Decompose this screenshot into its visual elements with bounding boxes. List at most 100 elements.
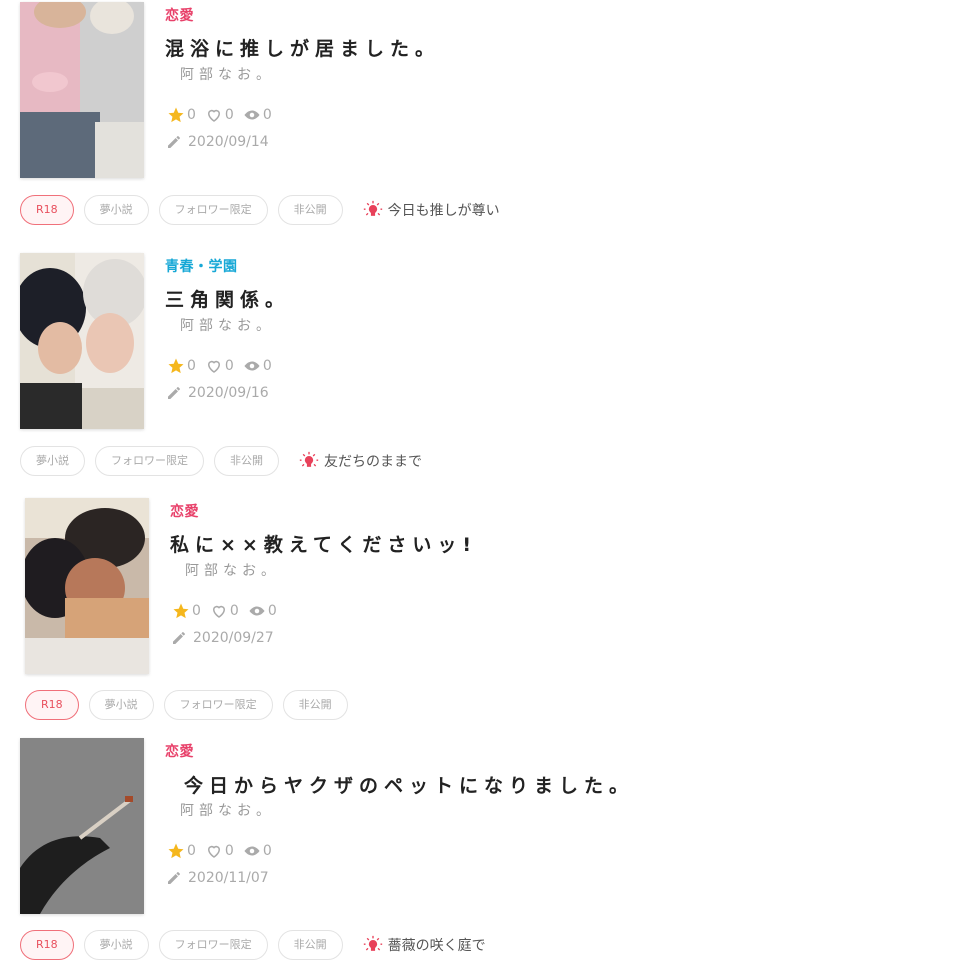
star-count-value: 0 (187, 358, 196, 374)
tag-dream-novel[interactable]: 夢小説 (83, 930, 149, 960)
heart-icon (207, 360, 220, 373)
date-value: 2020/09/14 (188, 134, 269, 150)
star-count: 0 (167, 842, 196, 860)
lightbulb-icon (299, 451, 319, 467)
cover-image[interactable] (20, 2, 144, 178)
cover-photo-embrace-icon (25, 498, 149, 674)
tag-private[interactable]: 非公開 (214, 446, 279, 476)
like-count-value: 0 (224, 843, 234, 859)
tag-r18[interactable]: R18 (20, 930, 74, 960)
genre-label[interactable]: 恋愛 (165, 741, 194, 761)
like-count-value: 0 (229, 603, 239, 619)
cover-photo-hand-cigarette-icon (20, 738, 144, 914)
heart-icon (207, 109, 220, 122)
view-count: 0 (243, 357, 272, 375)
cover-image[interactable] (20, 253, 144, 429)
genre-label[interactable]: 青春・学園 (165, 256, 238, 276)
memo: 友だちのままで (299, 451, 422, 471)
tag-row: R18 夢小説 フォロワー限定 非公開 薔薇の咲く庭で (20, 930, 486, 960)
like-count: 0 (205, 106, 234, 124)
novel-title[interactable]: 混浴に推しが居ました。 (165, 34, 440, 61)
star-icon (168, 358, 184, 374)
tag-followers-only[interactable]: フォロワー限定 (158, 195, 268, 225)
view-count: 0 (243, 842, 272, 860)
novel-title[interactable]: 今日からヤクザのペットになりました。 (184, 771, 634, 798)
star-count-value: 0 (187, 107, 196, 123)
star-count: 0 (167, 357, 196, 375)
tag-row: R18 夢小説 フォロワー限定 非公開 今日も推しが尊い (20, 195, 500, 225)
tag-private[interactable]: 非公開 (277, 195, 343, 225)
tag-dream-novel[interactable]: 夢小説 (88, 690, 154, 720)
genre-label[interactable]: 恋愛 (170, 501, 199, 521)
like-count-value: 0 (224, 107, 234, 123)
memo-text: 今日も推しが尊い (387, 203, 500, 219)
cover-photo-two-boys-icon (20, 253, 144, 429)
date-value: 2020/09/16 (188, 385, 269, 401)
tag-row: 夢小説 フォロワー限定 非公開 友だちのままで (20, 446, 422, 476)
view-count: 0 (243, 106, 272, 124)
genre-label[interactable]: 恋愛 (165, 5, 194, 25)
stats-row: 0 0 0 (167, 106, 281, 124)
tag-private[interactable]: 非公開 (277, 930, 343, 960)
cover-photo-couple-pink-icon (20, 2, 144, 178)
lightbulb-icon (363, 935, 382, 951)
eye-icon (244, 846, 260, 856)
update-date: 2020/09/14 (166, 134, 269, 150)
star-icon (168, 843, 184, 859)
date-value: 2020/09/27 (193, 630, 274, 646)
pencil-icon (173, 632, 185, 644)
view-count-value: 0 (267, 603, 277, 619)
tag-dream-novel[interactable]: 夢小説 (20, 446, 85, 476)
like-count-value: 0 (224, 358, 234, 374)
memo: 薔薇の咲く庭で (363, 935, 486, 955)
tag-followers-only[interactable]: フォロワー限定 (158, 930, 268, 960)
lightbulb-icon (363, 200, 382, 216)
tag-dream-novel[interactable]: 夢小説 (83, 195, 149, 225)
update-date: 2020/09/16 (166, 385, 269, 401)
stats-row: 0 0 0 (167, 842, 281, 860)
heart-icon (207, 845, 220, 858)
novel-title[interactable]: 私に××教えてくださいッ! (170, 530, 477, 557)
heart-icon (212, 605, 225, 618)
eye-icon (244, 361, 260, 371)
memo-text: 薔薇の咲く庭で (387, 938, 486, 954)
tag-r18[interactable]: R18 (25, 690, 79, 720)
pencil-icon (168, 872, 180, 884)
tag-followers-only[interactable]: フォロワー限定 (163, 690, 273, 720)
update-date: 2020/11/07 (166, 870, 269, 886)
author-name[interactable]: 阿部なお。 (180, 64, 275, 84)
author-name[interactable]: 阿部なお。 (180, 800, 275, 820)
update-date: 2020/09/27 (171, 630, 274, 646)
like-count: 0 (205, 842, 234, 860)
star-count: 0 (167, 106, 196, 124)
view-count: 0 (248, 602, 277, 620)
stats-row: 0 0 0 (172, 602, 286, 620)
cover-image[interactable] (25, 498, 149, 674)
novel-title[interactable]: 三角関係。 (165, 285, 290, 312)
star-count-value: 0 (192, 603, 201, 619)
pencil-icon (168, 387, 180, 399)
star-count-value: 0 (187, 843, 196, 859)
star-icon (168, 107, 184, 123)
pencil-icon (168, 136, 180, 148)
view-count-value: 0 (262, 843, 272, 859)
tag-row: R18 夢小説 フォロワー限定 非公開 (25, 690, 358, 720)
memo-text: 友だちのままで (324, 454, 422, 470)
star-icon (173, 603, 189, 619)
stats-row: 0 0 0 (167, 357, 281, 375)
eye-icon (244, 110, 260, 120)
tag-followers-only[interactable]: フォロワー限定 (95, 446, 204, 476)
like-count: 0 (210, 602, 239, 620)
like-count: 0 (205, 357, 234, 375)
star-count: 0 (172, 602, 201, 620)
eye-icon (249, 606, 265, 616)
tag-private[interactable]: 非公開 (282, 690, 348, 720)
date-value: 2020/11/07 (188, 870, 269, 886)
tag-r18[interactable]: R18 (20, 195, 74, 225)
memo: 今日も推しが尊い (363, 200, 500, 220)
author-name[interactable]: 阿部なお。 (185, 560, 280, 580)
view-count-value: 0 (262, 358, 272, 374)
view-count-value: 0 (262, 107, 272, 123)
author-name[interactable]: 阿部なお。 (180, 315, 275, 335)
cover-image[interactable] (20, 738, 144, 914)
